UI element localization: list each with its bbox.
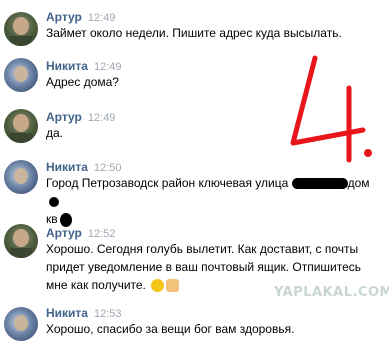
- sender-name[interactable]: Артур 12:49: [46, 110, 115, 124]
- avatar-artur[interactable]: [4, 224, 38, 258]
- sender-name[interactable]: Артур 12:49: [46, 10, 115, 24]
- watermark: YAPLAKAL.COM: [274, 285, 389, 300]
- annotation-four: [285, 48, 380, 173]
- sender-name[interactable]: Никита 12:49: [46, 59, 122, 73]
- timestamp: 12:53: [93, 308, 122, 320]
- smile-emoji-icon: [151, 279, 165, 293]
- avatar-nikita[interactable]: [4, 58, 38, 92]
- timestamp: 12:50: [93, 162, 122, 174]
- message-text: Хорошо, спасибо за вещи бог вам здоровья…: [46, 322, 295, 336]
- avatar-artur[interactable]: [4, 12, 38, 46]
- avatar-artur[interactable]: [4, 109, 38, 143]
- redaction-blot: [291, 178, 348, 190]
- sender-name[interactable]: Никита 12:53: [46, 306, 122, 320]
- timestamp: 12:52: [87, 228, 116, 240]
- sender-name[interactable]: Никита 12:50: [46, 160, 122, 174]
- thumbs-up-emoji-icon: [166, 279, 180, 293]
- avatar-nikita[interactable]: [4, 160, 38, 194]
- timestamp: 12:49: [87, 12, 116, 24]
- timestamp: 12:49: [93, 61, 122, 73]
- sender-name[interactable]: Артур 12:52: [46, 226, 115, 240]
- redaction-blot: [49, 196, 59, 207]
- message-text: Город Петрозаводск район ключевая улица …: [46, 176, 370, 227]
- avatar-nikita[interactable]: [4, 307, 38, 341]
- redaction-blot: [59, 212, 72, 227]
- timestamp: 12:49: [87, 112, 116, 124]
- message-text: Займет около недели. Пишите адрес куда в…: [46, 26, 342, 40]
